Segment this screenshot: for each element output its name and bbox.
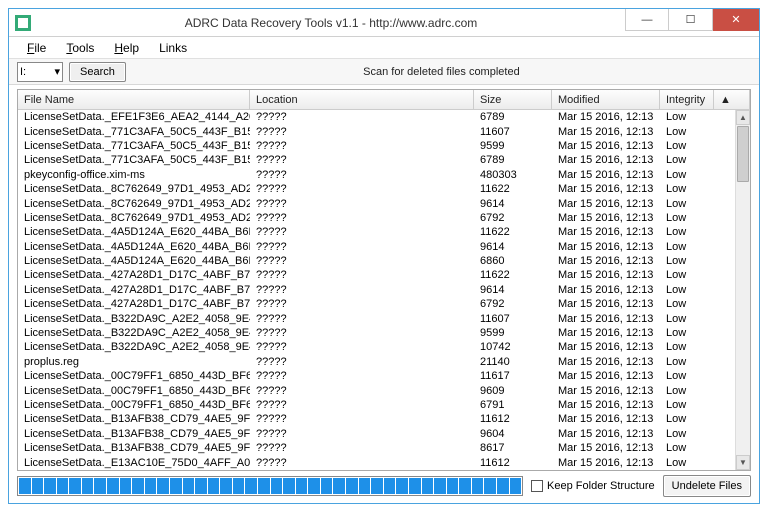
footer: Keep Folder Structure Undelete Files [9, 471, 759, 503]
table-row[interactable]: LicenseSetData._427A28D1_D17C_4ABF_B717.… [18, 283, 750, 297]
keep-folder-checkbox[interactable]: Keep Folder Structure [531, 480, 655, 492]
menu-help[interactable]: Help [106, 39, 147, 57]
table-row[interactable]: LicenseSetData._771C3AFA_50C5_443F_B151.… [18, 153, 750, 167]
window-controls: — ☐ ✕ [625, 9, 759, 36]
table-row[interactable]: LicenseSetData._771C3AFA_50C5_443F_B151.… [18, 124, 750, 138]
table-row[interactable]: LicenseSetData._771C3AFA_50C5_443F_B151.… [18, 139, 750, 153]
table-row[interactable]: LicenseSetData._4A5D124A_E620_44BA_B6FF.… [18, 225, 750, 239]
status-text: Scan for deleted files completed [132, 66, 751, 78]
table-row[interactable]: LicenseSetData._B322DA9C_A2E2_4058_9E4E.… [18, 326, 750, 340]
table-row[interactable]: LicenseSetData._427A28D1_D17C_4ABF_B717.… [18, 297, 750, 311]
table-row[interactable]: LicenseSetData._00C79FF1_6850_443D_BF61.… [18, 398, 750, 412]
app-window: ADRC Data Recovery Tools v1.1 - http://w… [8, 8, 760, 504]
table-row[interactable]: LicenseSetData._B13AFB38_CD79_4AE5_9F7F.… [18, 427, 750, 441]
table-row[interactable]: LicenseSetData._8C762649_97D1_4953_AD27.… [18, 182, 750, 196]
table-row[interactable]: LicenseSetData._00C79FF1_6850_443D_BF61.… [18, 383, 750, 397]
scroll-up-icon[interactable]: ▲ [736, 110, 750, 125]
table-header: File Name Location Size Modified Integri… [18, 90, 750, 110]
scroll-down-icon[interactable]: ▼ [736, 455, 750, 470]
menu-tools[interactable]: Tools [58, 39, 102, 57]
table-row[interactable]: LicenseSetData._B322DA9C_A2E2_4058_9E4E.… [18, 311, 750, 325]
table-row[interactable]: LicenseSetData._EFE1F3E6_AEA2_4144_A208.… [18, 110, 750, 124]
table-row[interactable]: proplus.reg?????21140Mar 15 2016, 12:13L… [18, 355, 750, 369]
chevron-down-icon: ▾ [54, 65, 60, 78]
col-modified[interactable]: Modified [552, 90, 660, 109]
table-body[interactable]: LicenseSetData._EFE1F3E6_AEA2_4144_A208.… [18, 110, 750, 470]
close-button[interactable]: ✕ [713, 9, 759, 31]
file-table: File Name Location Size Modified Integri… [17, 89, 751, 471]
table-row[interactable]: LicenseSetData._427A28D1_D17C_4ABF_B717.… [18, 268, 750, 282]
progress-bar [17, 476, 523, 496]
toolbar: I: ▾ Search Scan for deleted files compl… [9, 59, 759, 85]
table-row[interactable]: LicenseSetData._B322DA9C_A2E2_4058_9E4E.… [18, 340, 750, 354]
table-row[interactable]: LicenseSetData._8C762649_97D1_4953_AD27.… [18, 211, 750, 225]
table-row[interactable]: pkeyconfig-office.xim-ms?????480303Mar 1… [18, 168, 750, 182]
col-scroll-header[interactable]: ▲ [714, 90, 750, 109]
window-title: ADRC Data Recovery Tools v1.1 - http://w… [37, 16, 625, 30]
drive-value: I: [20, 66, 26, 78]
menu-links[interactable]: Links [151, 39, 195, 57]
table-row[interactable]: LicenseSetData._E13AC10E_75D0_4AFF_A0C..… [18, 455, 750, 469]
scroll-thumb[interactable] [737, 126, 749, 182]
table-row[interactable]: LicenseSetData._B13AFB38_CD79_4AE5_9F7F.… [18, 441, 750, 455]
drive-select[interactable]: I: ▾ [17, 62, 63, 82]
col-size[interactable]: Size [474, 90, 552, 109]
table-row[interactable]: LicenseSetData._B13AFB38_CD79_4AE5_9F7F.… [18, 412, 750, 426]
keep-folder-label: Keep Folder Structure [547, 480, 655, 492]
maximize-button[interactable]: ☐ [669, 9, 713, 31]
table-row[interactable]: LicenseSetData._00C79FF1_6850_443D_BF61.… [18, 369, 750, 383]
table-row[interactable]: LicenseSetData._4A5D124A_E620_44BA_B6FF.… [18, 254, 750, 268]
app-icon [15, 15, 31, 31]
menu-file[interactable]: File [19, 39, 54, 57]
scrollbar[interactable]: ▲ ▼ [735, 110, 750, 470]
col-integrity[interactable]: Integrity [660, 90, 714, 109]
menubar: File Tools Help Links [9, 37, 759, 59]
search-button[interactable]: Search [69, 62, 126, 82]
undelete-button[interactable]: Undelete Files [663, 475, 751, 497]
minimize-button[interactable]: — [625, 9, 669, 31]
table-row[interactable]: LicenseSetData._4A5D124A_E620_44BA_B6FF.… [18, 240, 750, 254]
col-location[interactable]: Location [250, 90, 474, 109]
titlebar[interactable]: ADRC Data Recovery Tools v1.1 - http://w… [9, 9, 759, 37]
table-row[interactable]: LicenseSetData._8C762649_97D1_4953_AD27.… [18, 196, 750, 210]
col-filename[interactable]: File Name [18, 90, 250, 109]
checkbox-icon [531, 480, 543, 492]
